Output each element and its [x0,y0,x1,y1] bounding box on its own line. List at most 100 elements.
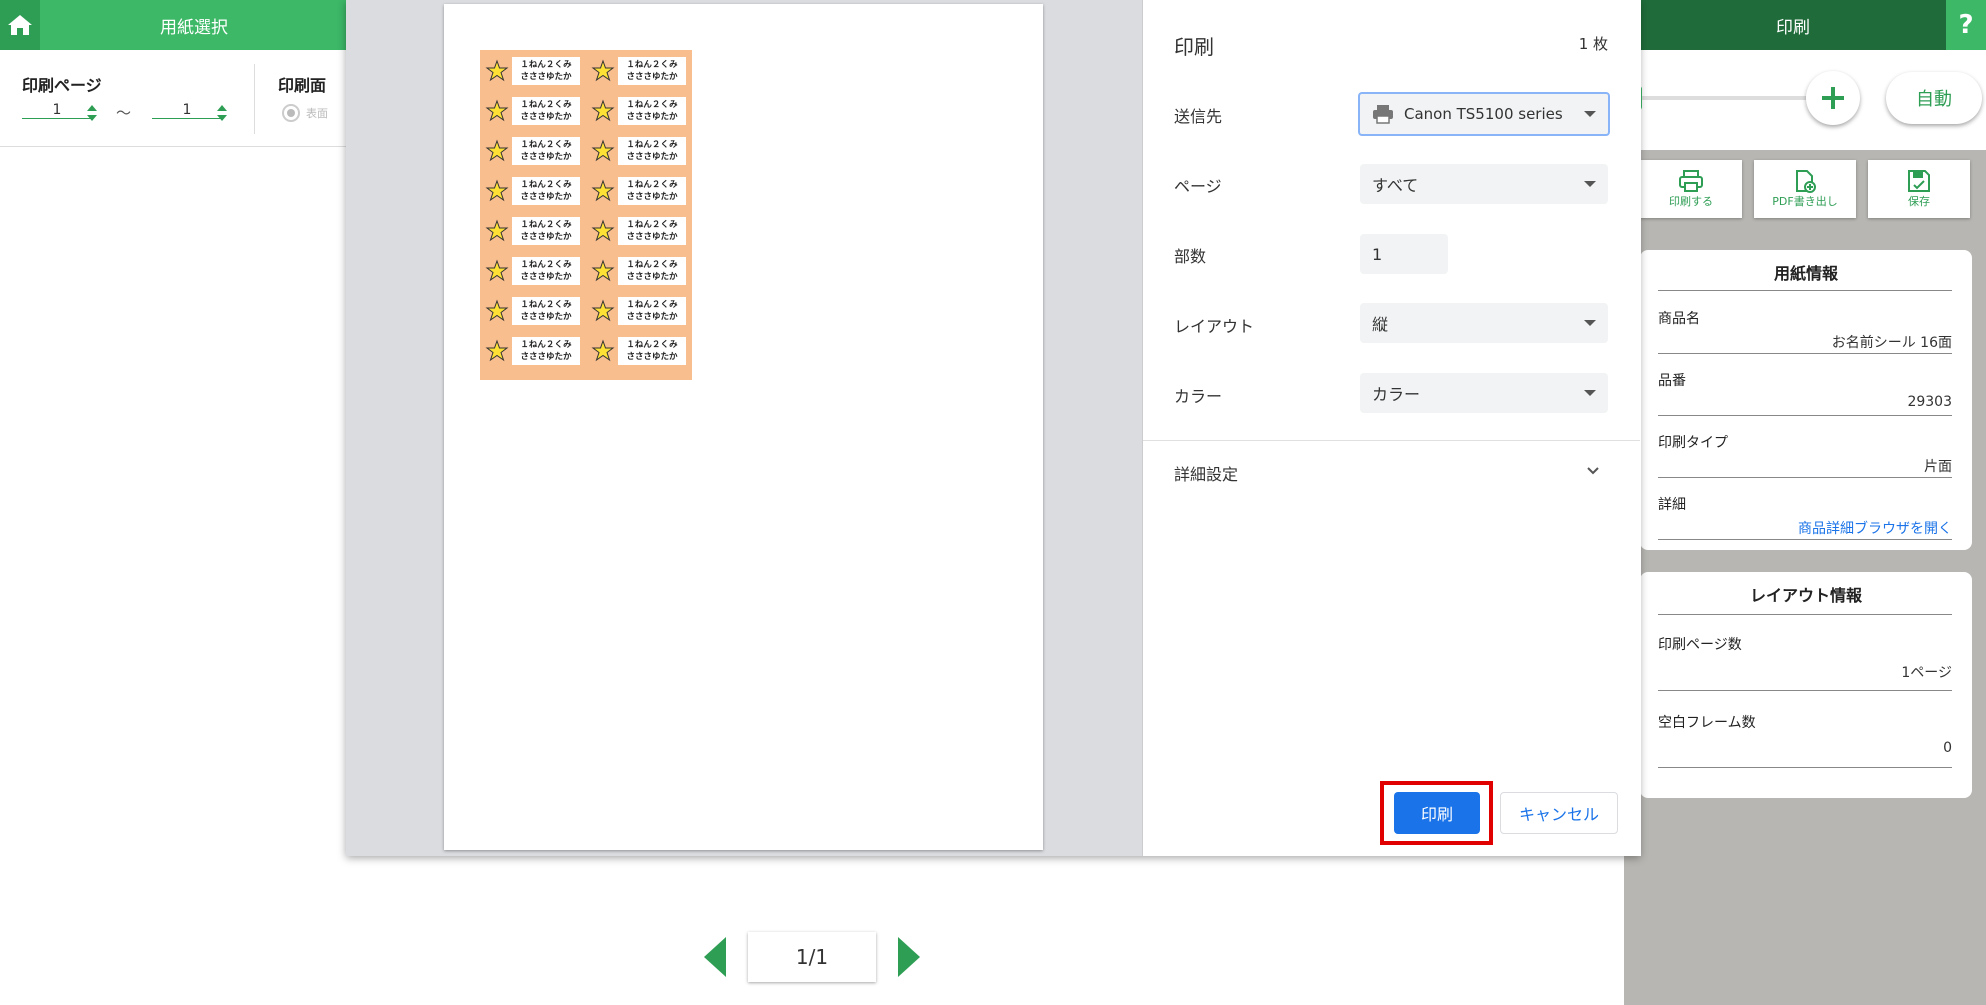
label-line-1: １ねん２くみ [626,180,678,190]
star-icon [588,216,618,246]
star-icon [588,336,618,366]
label-line-1: １ねん２くみ [520,260,572,270]
destination-select[interactable]: Canon TS5100 series [1358,92,1610,136]
next-page-icon[interactable] [894,935,924,979]
label-text: １ねん２くみ さささゆたか [512,217,580,245]
print-pages-label: 印刷ページ [22,76,102,95]
chevron-down-icon[interactable] [1586,464,1600,478]
pdf-export-button[interactable]: PDF書き出し [1754,160,1856,218]
label-line-2: さささゆたか [626,272,678,282]
name-label: １ねん２くみ さささゆたか [588,172,690,210]
label-line-2: さささゆたか [626,232,678,242]
name-label: １ねん２くみ さささゆたか [482,332,584,370]
name-label: １ねん２くみ さささゆたか [588,292,690,330]
tab-print[interactable]: 印刷 [1640,0,1946,50]
pages-select[interactable]: すべて [1360,164,1608,204]
label-line-2: さささゆたか [520,352,572,362]
color-select[interactable]: カラー [1360,373,1608,413]
star-icon [588,96,618,126]
zoom-in-button[interactable] [1806,71,1860,125]
label-line-1: １ねん２くみ [626,140,678,150]
label-line-2: さささゆたか [520,192,572,202]
label-text: １ねん２くみ さささゆたか [618,97,686,125]
label-line-1: １ねん２くみ [626,100,678,110]
label-line-1: １ねん２くみ [520,60,572,70]
name-label: １ねん２くみ さささゆたか [588,132,690,170]
page-to-stepper-icon[interactable] [216,102,228,124]
star-icon [588,296,618,326]
divider [1658,477,1952,478]
pdf-export-label: PDF書き出し [1772,195,1838,208]
page-indicator: 1/1 [748,932,876,982]
product-name-value: お名前シール 16面 [1831,335,1952,351]
label-line-2: さささゆたか [626,312,678,322]
star-icon [482,216,512,246]
star-icon [588,176,618,206]
home-button[interactable] [0,0,40,50]
label-line-2: さささゆたか [626,72,678,82]
label-text: １ねん２くみ さささゆたか [512,57,580,85]
pages-value: すべて [1372,176,1419,195]
save-label: 保存 [1908,195,1930,208]
product-detail-link[interactable]: 商品詳細ブラウザを開く [1658,518,1952,538]
divider [1658,539,1952,540]
label-line-1: １ねん２くみ [520,140,572,150]
star-icon [482,336,512,366]
label-text: １ねん２くみ さささゆたか [512,177,580,205]
name-label: １ねん２くみ さささゆたか [482,132,584,170]
label-line-1: １ねん２くみ [626,260,678,270]
label-text: １ねん２くみ さささゆたか [618,337,686,365]
label-line-1: １ねん２くみ [626,300,678,310]
layout-select[interactable]: 縦 [1360,303,1608,343]
print-button[interactable]: 印刷 [1394,792,1480,834]
printer-icon [1373,105,1393,124]
cancel-button[interactable]: キャンセル [1500,792,1618,834]
chevron-down-icon [1584,181,1596,187]
save-button[interactable]: 保存 [1868,160,1970,218]
label-line-1: １ねん２くみ [520,220,572,230]
label-line-2: さささゆたか [520,112,572,122]
zoom-slider[interactable] [1636,96,1816,100]
label-line-2: さささゆたか [626,152,678,162]
star-icon [482,96,512,126]
help-button[interactable]: ? [1946,0,1986,50]
print-side-label: 印刷面 [278,76,327,95]
label-line-1: １ねん２くみ [626,220,678,230]
label-text: １ねん２くみ さささゆたか [512,97,580,125]
printer-icon [1679,170,1703,192]
divider [1658,353,1952,354]
tab-paper-select[interactable]: 用紙選択 [40,0,348,50]
name-label: １ねん２くみ さささゆたか [588,52,690,90]
sheet-count: 1 枚 [1578,35,1608,53]
label-line-2: さささゆたか [626,112,678,122]
print-type-value: 片面 [1924,459,1952,475]
copies-input[interactable]: 1 [1360,234,1448,274]
page-from-stepper-icon[interactable] [86,102,98,124]
label-text: １ねん２くみ さささゆたか [618,257,686,285]
print-tool-label: 印刷する [1669,195,1713,208]
side-front-radio[interactable] [282,104,300,122]
divider [254,64,255,134]
print-tool-button[interactable]: 印刷する [1640,160,1742,218]
prev-page-icon[interactable] [700,935,730,979]
page-from-input[interactable]: 1 [22,102,92,119]
blank-frames-value: 0 [1943,740,1952,756]
chevron-down-icon [1584,111,1596,117]
dialog-title: 印刷 [1174,35,1214,59]
product-name-label: 商品名 [1658,311,1700,327]
destination-value: Canon TS5100 series [1404,105,1563,123]
color-label: カラー [1174,387,1223,406]
label-line-2: さささゆたか [520,232,572,242]
advanced-settings-toggle[interactable]: 詳細設定 [1174,461,1238,485]
star-icon [588,56,618,86]
auto-button[interactable]: 自動 [1886,72,1982,124]
chevron-down-icon [1584,390,1596,396]
name-label: １ねん２くみ さささゆたか [588,252,690,290]
label-line-1: １ねん２くみ [520,340,572,350]
label-sheet-preview: １ねん２くみ さささゆたか １ねん２くみ さささゆたか １ねん２くみ さささゆたか １ねん２… [480,50,692,380]
layout-info-title: レイアウト情報 [1749,586,1862,605]
print-type-label: 印刷タイプ [1658,435,1728,451]
page-to-input[interactable]: 1 [152,102,222,119]
label-line-1: １ねん２くみ [520,300,572,310]
label-line-2: さささゆたか [520,72,572,82]
